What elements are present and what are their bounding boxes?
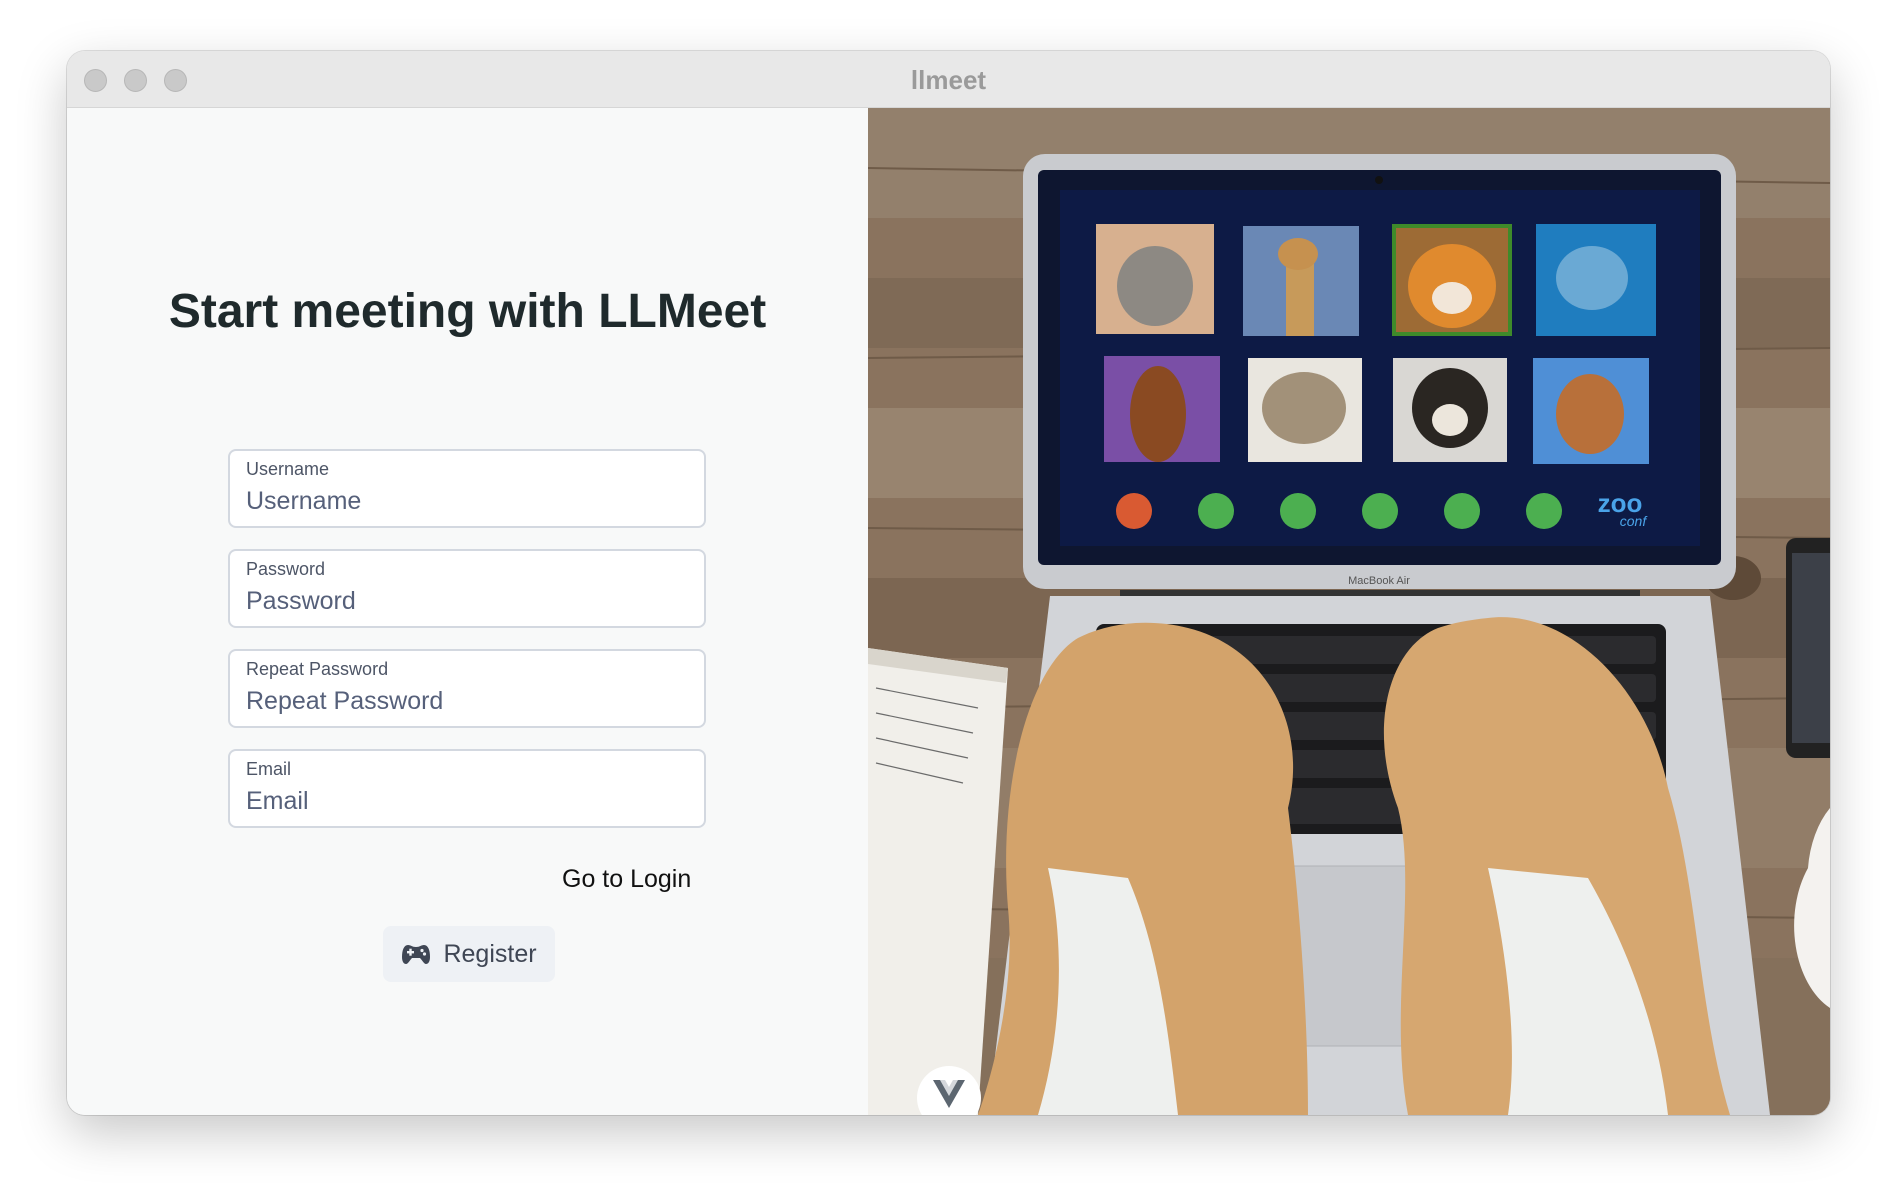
repeat-password-field[interactable]: Repeat Password xyxy=(228,649,706,728)
vue-logo-icon xyxy=(933,1080,965,1108)
page-title: Start meeting with LLMeet xyxy=(168,285,767,338)
username-input[interactable] xyxy=(246,485,686,517)
laptop-brand: MacBook Air xyxy=(1348,575,1410,587)
title-bar: llmeet xyxy=(67,51,1830,108)
app-window: llmeet Start meeting with LLMeet Usernam… xyxy=(67,51,1830,1115)
register-panel: Start meeting with LLMeet Username Passw… xyxy=(67,108,868,1115)
username-field[interactable]: Username xyxy=(228,449,706,528)
email-label: Email xyxy=(246,759,292,779)
register-button[interactable]: Register xyxy=(383,926,555,982)
password-input[interactable] xyxy=(246,585,686,617)
hero-image: MacBook Air zoo conf xyxy=(868,108,1830,1115)
gamepad-icon xyxy=(402,945,431,964)
conference-laptop-photo: MacBook Air zoo conf xyxy=(868,108,1830,1115)
password-field[interactable]: Password xyxy=(228,549,706,628)
password-label: Password xyxy=(246,559,326,579)
email-input[interactable] xyxy=(246,785,686,817)
repeat-password-input[interactable] xyxy=(246,685,686,717)
go-to-login-link[interactable]: Go to Login xyxy=(562,865,691,894)
register-label: Register xyxy=(443,939,537,968)
username-label: Username xyxy=(246,459,330,479)
email-field[interactable]: Email xyxy=(228,749,706,828)
repeat-password-label: Repeat Password xyxy=(246,659,389,679)
zoo-logo-sub: conf xyxy=(1620,513,1649,529)
window-title: llmeet xyxy=(910,65,987,95)
